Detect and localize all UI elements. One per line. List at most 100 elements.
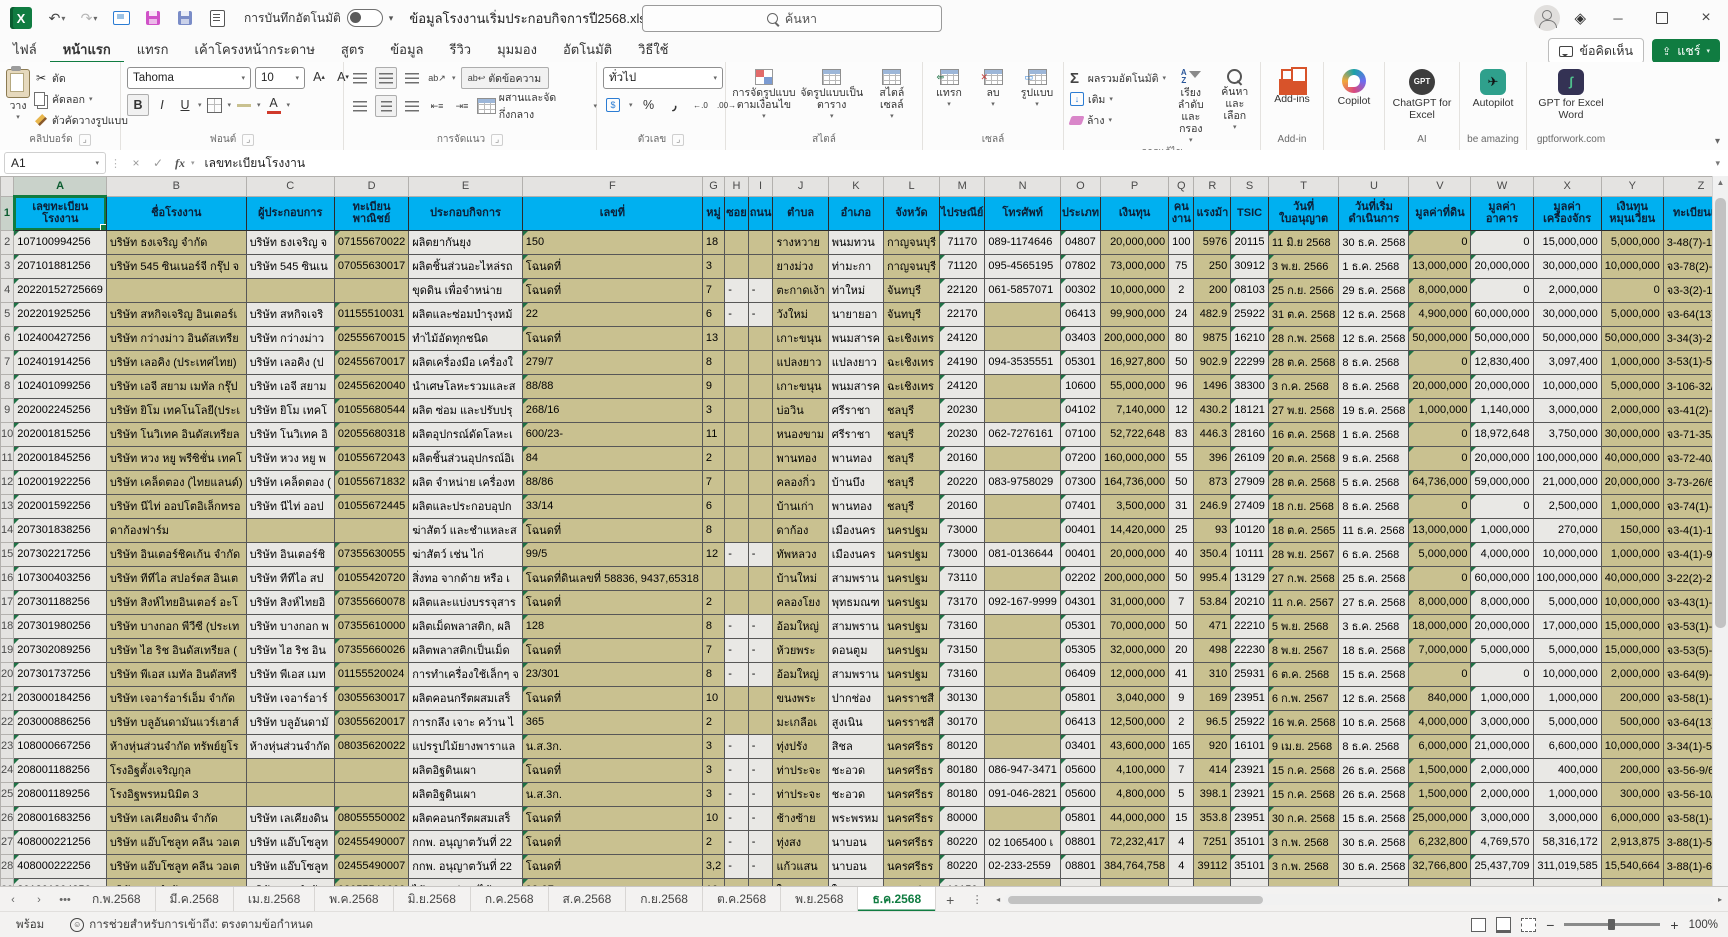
cell-N10[interactable]: 062-7276161 bbox=[985, 422, 1061, 446]
row-header-27[interactable]: 27 bbox=[1, 830, 14, 854]
cell-H27[interactable]: - bbox=[725, 830, 749, 854]
cell-D28[interactable]: 02455490007 bbox=[334, 854, 408, 878]
chevron-down-icon[interactable]: ▾ bbox=[629, 101, 633, 109]
cell-E2[interactable]: ผลิตยากันยุง bbox=[409, 230, 523, 254]
cell-G16[interactable] bbox=[702, 566, 724, 590]
cell-R24[interactable]: 414 bbox=[1194, 758, 1231, 782]
cell-T8[interactable]: 3 ก.ค. 2568 bbox=[1268, 374, 1339, 398]
cell-J21[interactable]: ขนงพระ bbox=[773, 686, 828, 710]
cell-T7[interactable]: 28 ต.ค. 2568 bbox=[1268, 350, 1339, 374]
cell-P17[interactable]: 31,000,000 bbox=[1100, 590, 1168, 614]
document-title[interactable]: ข้อมูลโรงงานเริ่มประกอบกิจการปี2568.xlsx… bbox=[409, 8, 662, 29]
cell-F18[interactable]: 128 bbox=[522, 614, 702, 638]
cell-D15[interactable]: 07355630055 bbox=[334, 542, 408, 566]
cell-G7[interactable]: 8 bbox=[702, 350, 724, 374]
sheet-tab-ต.ค.2568[interactable]: ต.ค.2568 bbox=[703, 887, 781, 912]
cell-P8[interactable]: 55,000,000 bbox=[1100, 374, 1168, 398]
cell-N15[interactable]: 081-0136644 bbox=[985, 542, 1061, 566]
cell-N23[interactable] bbox=[985, 734, 1061, 758]
expand-formula-bar-icon[interactable]: ▾ bbox=[1715, 158, 1720, 169]
cell-C19[interactable]: บริษัท ไฮ ริช อิน bbox=[246, 638, 334, 662]
cell-M25[interactable]: 80180 bbox=[940, 782, 985, 806]
cell-T14[interactable]: 18 ต.ค. 2565 bbox=[1268, 518, 1339, 542]
cell-V11[interactable]: 0 bbox=[1409, 446, 1471, 470]
sheet-tab-ก.ย.2568[interactable]: ก.ย.2568 bbox=[626, 887, 703, 912]
cell-O19[interactable]: 05305 bbox=[1060, 638, 1100, 662]
cell-I5[interactable]: - bbox=[748, 302, 773, 326]
cell-G3[interactable]: 3 bbox=[702, 254, 724, 278]
cell-E11[interactable]: ผลิตชิ้นส่วนอุปกรณ์อิเ bbox=[409, 446, 523, 470]
cell-W17[interactable]: 8,000,000 bbox=[1471, 590, 1533, 614]
cell-X7[interactable]: 3,097,400 bbox=[1533, 350, 1601, 374]
cell-M13[interactable]: 20160 bbox=[940, 494, 985, 518]
row-header-11[interactable]: 11 bbox=[1, 446, 14, 470]
cell-E23[interactable]: แปรรูปไม้ยางพาราแล bbox=[409, 734, 523, 758]
cell-D24[interactable] bbox=[334, 758, 408, 782]
cell-K9[interactable]: ศรีราชา bbox=[828, 398, 883, 422]
cell-Y4[interactable]: 0 bbox=[1601, 278, 1663, 302]
gptword-button[interactable]: ʃ GPT for Excel Word bbox=[1536, 67, 1606, 121]
percent-button[interactable]: % bbox=[639, 95, 659, 115]
cell-P6[interactable]: 200,000,000 bbox=[1100, 326, 1168, 350]
cell-B3[interactable]: บริษัท 545 ซินเนอร์จี กรุ๊ป จ bbox=[106, 254, 246, 278]
cell-C28[interactable]: บริษัท แอ๊บโซลูท bbox=[246, 854, 334, 878]
cell-P5[interactable]: 99,900,000 bbox=[1100, 302, 1168, 326]
cell-T3[interactable]: 3 พ.ย. 2566 bbox=[1268, 254, 1339, 278]
cell-V5[interactable]: 4,900,000 bbox=[1409, 302, 1471, 326]
cell-X27[interactable]: 58,316,172 bbox=[1533, 830, 1601, 854]
sort-filter-button[interactable]: AZ เรียงลำดับและกรอง▾ bbox=[1170, 67, 1212, 145]
cell-V8[interactable]: 20,000,000 bbox=[1409, 374, 1471, 398]
cell-Q14[interactable]: 25 bbox=[1169, 518, 1194, 542]
cell-K4[interactable]: ท่าใหม่ bbox=[828, 278, 883, 302]
cell-L27[interactable]: นครศรีธร bbox=[883, 830, 939, 854]
cell-L11[interactable]: ชลบุรี bbox=[883, 446, 939, 470]
cell-C26[interactable]: บริษัท เลเคียงดิน bbox=[246, 806, 334, 830]
cell-J5[interactable]: วังใหม่ bbox=[773, 302, 828, 326]
cell-P21[interactable]: 3,040,000 bbox=[1100, 686, 1168, 710]
clear-button[interactable]: ล้าง▾ bbox=[1070, 111, 1166, 129]
cell-H17[interactable] bbox=[725, 590, 749, 614]
cell-N2[interactable]: 089-1174646 bbox=[985, 230, 1061, 254]
print-preview-button[interactable] bbox=[202, 6, 232, 30]
cell-G12[interactable]: 7 bbox=[702, 470, 724, 494]
cell-N17[interactable]: 092-167-9999 bbox=[985, 590, 1061, 614]
cell-V2[interactable]: 0 bbox=[1409, 230, 1471, 254]
cell-F7[interactable]: 279/7 bbox=[522, 350, 702, 374]
cell-A27[interactable]: 408000221256 bbox=[14, 830, 107, 854]
cell-L22[interactable]: นครราชสี bbox=[883, 710, 939, 734]
cell-U3[interactable]: 1 ธ.ค. 2568 bbox=[1339, 254, 1409, 278]
cell-T24[interactable]: 15 ก.ค. 2568 bbox=[1268, 758, 1339, 782]
cell-L8[interactable]: ฉะเชิงเทร bbox=[883, 374, 939, 398]
cell-W5[interactable]: 60,000,000 bbox=[1471, 302, 1533, 326]
cell-H29[interactable] bbox=[725, 878, 749, 886]
cell-M8[interactable]: 24120 bbox=[940, 374, 985, 398]
cell-U23[interactable]: 8 ธ.ค. 2568 bbox=[1339, 734, 1409, 758]
wrap-text-button[interactable]: ab↩ตัดข้อความ bbox=[461, 67, 549, 89]
cell-D26[interactable]: 08055550002 bbox=[334, 806, 408, 830]
cell-H8[interactable] bbox=[725, 374, 749, 398]
cell-R25[interactable]: 398.1 bbox=[1194, 782, 1231, 806]
cell-B6[interactable]: บริษัท กว่างม่าว อินดัสเทรีย bbox=[106, 326, 246, 350]
cell-Q15[interactable]: 40 bbox=[1169, 542, 1194, 566]
row-header-10[interactable]: 10 bbox=[1, 422, 14, 446]
cell-T5[interactable]: 31 ต.ค. 2568 bbox=[1268, 302, 1339, 326]
cell-U5[interactable]: 12 ธ.ค. 2568 bbox=[1339, 302, 1409, 326]
cell-X3[interactable]: 30,000,000 bbox=[1533, 254, 1601, 278]
cell-D20[interactable]: 01155520024 bbox=[334, 662, 408, 686]
merge-center-button[interactable]: ผสานและจัดกึ่งกลาง▾ bbox=[477, 96, 597, 116]
name-box[interactable]: A1 ▾ bbox=[4, 152, 106, 174]
cell-W22[interactable]: 3,000,000 bbox=[1471, 710, 1533, 734]
cell-O29[interactable] bbox=[1060, 878, 1100, 886]
enter-button[interactable]: ✓ bbox=[147, 156, 169, 170]
cell-D23[interactable]: 08035620022 bbox=[334, 734, 408, 758]
cell-X12[interactable]: 21,000,000 bbox=[1533, 470, 1601, 494]
cell-J9[interactable]: บ่อวิน bbox=[773, 398, 828, 422]
cell-A6[interactable]: 102400427256 bbox=[14, 326, 107, 350]
cell-K10[interactable]: ศรีราชา bbox=[828, 422, 883, 446]
cell-R14[interactable]: 93 bbox=[1194, 518, 1231, 542]
cell-F2[interactable]: 150 bbox=[522, 230, 702, 254]
save-as-button[interactable] bbox=[170, 6, 200, 30]
cell-X11[interactable]: 100,000,000 bbox=[1533, 446, 1601, 470]
cell-B13[interactable]: บริษัท นีไท่ ออปโตอิเล็กทรอ bbox=[106, 494, 246, 518]
cell-R11[interactable]: 396 bbox=[1194, 446, 1231, 470]
